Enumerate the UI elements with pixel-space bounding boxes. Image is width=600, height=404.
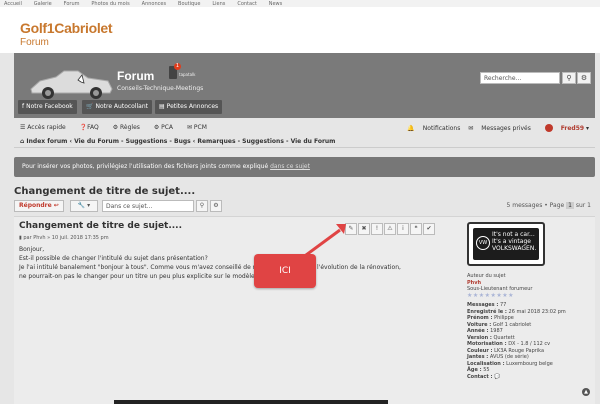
topic-search-input[interactable]: Dans ce sujet… <box>102 200 194 212</box>
delete-icon[interactable]: ✖ <box>358 223 370 235</box>
site-subtitle: Forum <box>20 37 49 48</box>
cabriolet-car-icon <box>30 70 113 99</box>
user-menu[interactable]: Fred59 ▾ <box>539 124 589 132</box>
scroll-top-icon[interactable]: ▲ <box>582 388 590 396</box>
rank-stars: ★★★★★★★★ <box>467 291 515 299</box>
notice-link[interactable]: dans ce sujet <box>270 163 310 170</box>
top-navigation: Accueil Galerie Forum Photos du mois Ann… <box>0 0 600 7</box>
cart-icon: 🛒 <box>86 103 94 110</box>
author-profile: Auteur du sujet Phvh Sous-Lieutenant for… <box>467 273 587 380</box>
forum-search-input[interactable]: Recherche… <box>480 72 560 84</box>
quick-access-link[interactable]: ☰ Accès rapide <box>20 124 72 131</box>
pca-link[interactable]: ⚙ PCA <box>154 124 179 131</box>
user-avatar-sticker: VW It's not a car... It's a vintage VOLK… <box>467 222 545 266</box>
gear-icon[interactable]: ⚙ <box>210 200 222 212</box>
facebook-icon: f <box>22 103 25 110</box>
info-icon[interactable]: i <box>397 223 409 235</box>
forum-banner: Forum Conseils-Technique-Meetings 1 tapa… <box>14 53 595 118</box>
facebook-button[interactable]: f Notre Facebook <box>18 100 77 114</box>
annotation-callout: ICI <box>254 254 316 288</box>
bottom-strip <box>114 400 388 404</box>
gear-icon[interactable]: ⚙ <box>577 72 591 84</box>
avatar <box>544 124 553 132</box>
vw-logo-icon: VW <box>476 236 490 250</box>
private-messages-link[interactable]: ✉ Messages privés <box>468 125 531 132</box>
pagination: 5 messages • Page 1 sur 1 <box>506 202 591 209</box>
post-body: Bonjour, Est-il possible de changer l'in… <box>19 246 401 280</box>
warn-icon[interactable]: ⚠ <box>384 223 396 235</box>
contact-icon[interactable]: 💬 <box>494 374 500 380</box>
topic-action-bar: Répondre ↩ 🔧 ▾ Dans ce sujet… ⚲ ⚙ 5 mess… <box>14 200 595 214</box>
check-icon[interactable]: ✔ <box>423 223 435 235</box>
search-icon[interactable]: ⚲ <box>196 200 208 212</box>
rules-link[interactable]: ⚙ Règles <box>113 124 146 131</box>
topic-tools-button[interactable]: 🔧 ▾ <box>70 200 98 212</box>
site-logo-title[interactable]: Golf1Cabriolet <box>20 20 113 36</box>
breadcrumb[interactable]: ⌂ Index forum ‹ Vie du Forum - Suggestio… <box>20 138 335 145</box>
forum-label: Forum <box>117 69 155 83</box>
site-header: Golf1Cabriolet Forum <box>0 7 600 53</box>
list-icon: ▤ <box>159 103 165 110</box>
post-meta: ▮ par Phvh » 10 juil. 2018 17:35 pm <box>19 235 109 241</box>
quote-icon[interactable]: ❝ <box>410 223 422 235</box>
post-title[interactable]: Changement de titre de sujet.... <box>19 221 182 231</box>
classifieds-button[interactable]: ▤ Petites Annonces <box>155 100 223 114</box>
reply-button[interactable]: Répondre ↩ <box>14 200 64 212</box>
forum-tagline: Conseils-Technique-Meetings <box>117 85 204 92</box>
topic-title[interactable]: Changement de titre de sujet.... <box>14 186 195 197</box>
post-tools: ✎ ✖! ⚠ i ❝ ✔ <box>345 223 436 235</box>
tapatalk-badge: 1 <box>174 63 181 70</box>
tapatalk-label[interactable]: tapatalk <box>179 72 195 77</box>
sticker-button[interactable]: 🛒 Notre Autocollant <box>82 100 152 114</box>
notifications-link[interactable]: 🔔 Notifications <box>407 125 460 132</box>
faq-link[interactable]: ❓FAQ <box>80 124 105 131</box>
report-icon[interactable]: ! <box>371 223 383 235</box>
navbar: ☰ Accès rapide ❓FAQ ⚙ Règles ⚙ PCA ✉ PCM… <box>14 120 595 148</box>
page-current[interactable]: 1 <box>566 202 574 209</box>
pcm-link[interactable]: ✉ PCM <box>187 124 213 131</box>
notice-banner: Pour insérer vos photos, privilégiez l'u… <box>14 157 595 177</box>
search-icon[interactable]: ⚲ <box>562 72 576 84</box>
home-icon: ⌂ <box>20 138 25 145</box>
